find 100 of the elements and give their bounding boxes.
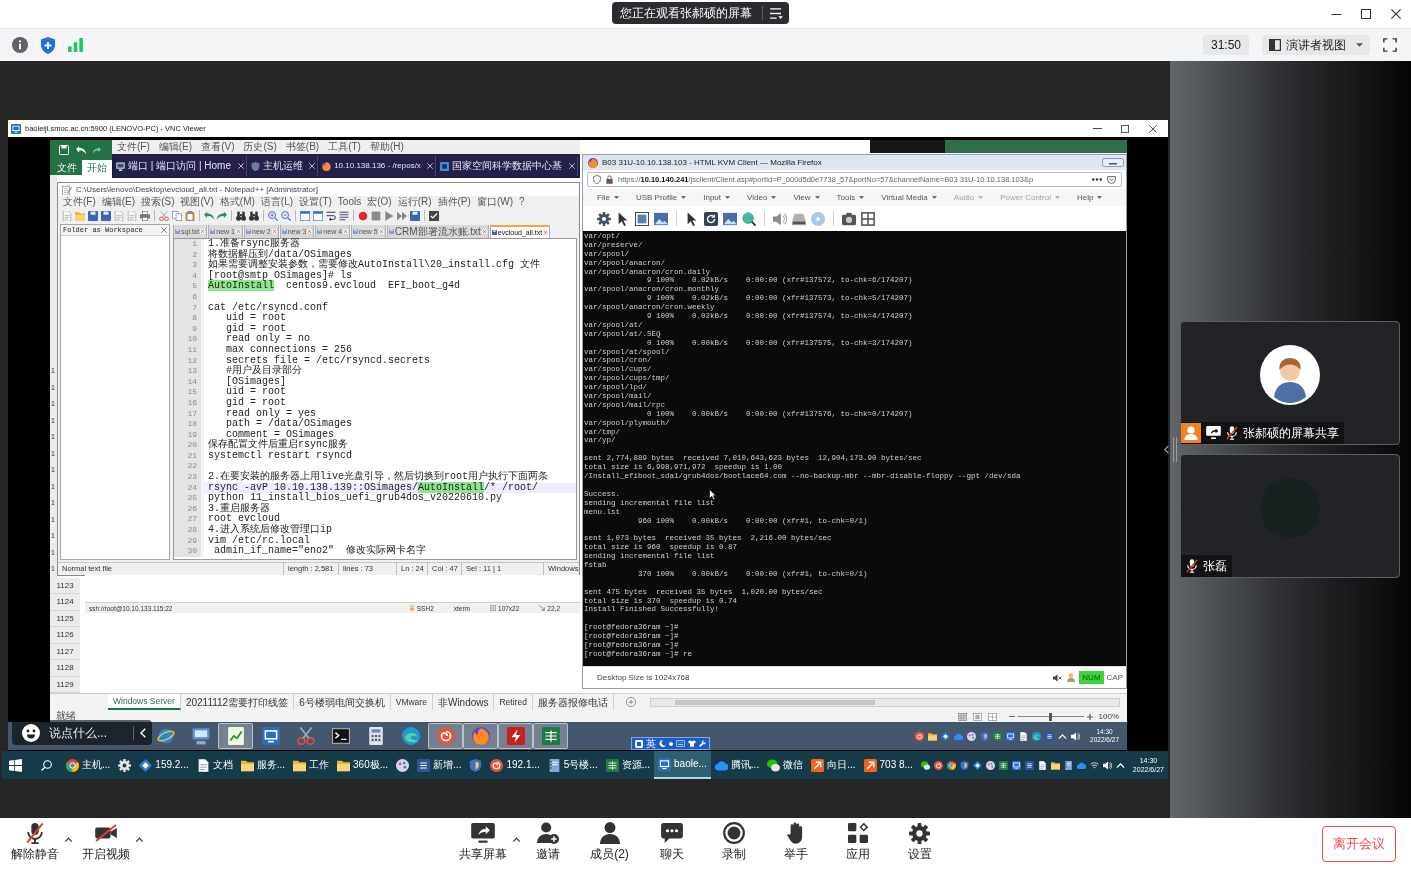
taskbar-button[interactable]: 192.1... — [486, 751, 544, 779]
menu-item[interactable]: 查看(V) — [201, 140, 235, 154]
taskbar-button[interactable]: 微信 — [763, 751, 808, 779]
taskbar-button[interactable]: 5号楼... — [543, 751, 602, 779]
lines-icon[interactable] — [339, 210, 349, 221]
members-button[interactable]: 成员(2) — [584, 822, 635, 861]
invite-button[interactable]: 邀请 — [522, 822, 573, 861]
menu-item[interactable]: 搜索(S) — [141, 196, 175, 208]
info-icon[interactable] — [12, 37, 28, 53]
taskbar-button[interactable]: 向日... — [807, 751, 860, 779]
file-tab[interactable]: CRM部署流水账.txt — [386, 225, 489, 238]
minus-icon[interactable] — [1008, 715, 1015, 718]
menu-item[interactable]: 运行(R) — [397, 196, 432, 208]
start-video-button[interactable]: 开启视频 — [78, 822, 134, 861]
menu-item[interactable]: 窗口(W) — [476, 196, 513, 208]
taskbar-button[interactable]: 文档 — [192, 751, 237, 779]
minimize-icon[interactable] — [1102, 158, 1124, 167]
settings-button[interactable]: 设置 — [894, 822, 945, 861]
taskbar-button[interactable]: 资源... — [601, 751, 655, 779]
menu-item[interactable]: 历史(S) — [243, 140, 277, 154]
close-icon[interactable] — [1149, 124, 1157, 133]
menu-item[interactable]: 编辑(E) — [158, 140, 193, 154]
unmute-button[interactable]: 解除静音 — [7, 822, 63, 861]
view-menu-button[interactable]: 演讲者视图 — [1262, 35, 1370, 55]
undo-icon[interactable] — [76, 145, 86, 155]
menu-item[interactable]: Tools — [337, 196, 362, 208]
taskbar-button[interactable]: 360极... — [333, 751, 393, 779]
search-icon[interactable] — [41, 759, 52, 771]
floppy-icon[interactable] — [59, 145, 69, 155]
muted-speaker-icon[interactable] — [1053, 673, 1063, 682]
slider-thumb[interactable] — [1049, 712, 1053, 721]
sheet-tab[interactable]: Windows Server — [108, 694, 181, 710]
caret-up-icon[interactable] — [64, 837, 73, 842]
menu-item[interactable]: 工具(T) — [328, 140, 361, 154]
menu-item[interactable]: File — [597, 189, 619, 206]
pocket-icon[interactable] — [1107, 175, 1116, 184]
shield-icon[interactable] — [593, 175, 601, 184]
browser-tab[interactable]: 国家空间科学数据中心基 — [438, 156, 579, 176]
menu-item[interactable]: Virtual Media — [881, 189, 937, 206]
redo-icon[interactable] — [93, 146, 101, 154]
undo-icon[interactable] — [204, 210, 214, 221]
menu-item[interactable]: 编辑(E) — [101, 196, 136, 208]
menu-item[interactable]: Input — [703, 189, 731, 206]
menu-item[interactable]: 格式(M) — [219, 196, 255, 208]
menu-item[interactable]: 文件(F) — [117, 140, 150, 154]
picture-icon[interactable] — [654, 211, 668, 226]
record-icon[interactable] — [358, 210, 368, 221]
taskbar-button[interactable]: 703 8... — [859, 751, 917, 779]
printer-icon[interactable] — [140, 210, 150, 221]
menu-item[interactable]: 书签(B) — [285, 140, 320, 154]
scissors-icon[interactable] — [159, 210, 169, 221]
more-icon[interactable] — [1092, 178, 1102, 181]
leave-meeting-button[interactable]: 离开会议 — [1322, 825, 1396, 862]
caret-up-icon[interactable] — [512, 837, 521, 842]
chat-button[interactable]: 聊天 — [646, 822, 697, 861]
menu-item[interactable]: Video — [747, 189, 777, 206]
browser-tab[interactable]: 主机运维 — [248, 156, 319, 176]
share-screen-button[interactable]: 共享屏幕 — [455, 822, 511, 861]
clipboard-icon[interactable] — [185, 210, 195, 221]
lock-icon[interactable] — [606, 175, 613, 184]
menu-item[interactable]: 语言(L) — [260, 196, 294, 208]
taskbar-button[interactable]: 主机... — [62, 751, 115, 779]
taskbar-button[interactable] — [498, 723, 533, 749]
taskbar-button[interactable]: baole... — [654, 751, 711, 779]
fast-forward-icon[interactable] — [397, 210, 407, 221]
fullscreen-icon[interactable] — [1383, 38, 1397, 52]
camera-icon[interactable] — [842, 211, 856, 226]
plus-circle-icon[interactable] — [625, 697, 636, 707]
keyboard-icon[interactable] — [861, 211, 875, 226]
taskbar-button[interactable] — [533, 723, 568, 749]
drive-icon[interactable] — [792, 211, 806, 226]
taskbar-button[interactable]: 腾讯... — [710, 751, 764, 779]
speaker-icon[interactable] — [773, 211, 787, 226]
menu-item[interactable]: View — [793, 189, 820, 206]
taskbar-button[interactable]: 新增... — [413, 751, 466, 779]
menu-item[interactable]: Help — [1076, 189, 1103, 206]
zoom-in-icon[interactable] — [268, 210, 278, 221]
minimize-icon[interactable] — [1331, 13, 1342, 15]
window-icon[interactable] — [300, 210, 310, 221]
menu-item[interactable]: Tools — [836, 189, 865, 206]
chevron-left-icon[interactable] — [1164, 445, 1169, 454]
close-icon[interactable] — [1391, 9, 1401, 19]
copy-icon[interactable] — [172, 210, 182, 221]
menu-item[interactable]: 帮助(H) — [369, 140, 404, 154]
floppy-icon[interactable] — [101, 210, 111, 221]
browser-tab[interactable]: 端口 | 端口访问 | Home — [114, 156, 247, 176]
shield-icon[interactable] — [41, 36, 55, 54]
window-icon[interactable] — [313, 210, 323, 221]
menu-item[interactable]: ? — [519, 196, 525, 208]
windows-logo-icon[interactable] — [9, 758, 22, 772]
settings-icon[interactable] — [597, 211, 611, 226]
stop-icon[interactable] — [371, 210, 381, 221]
taskbar-button[interactable]: 159.2... — [135, 751, 193, 779]
input-mode-label[interactable]: 英 — [646, 738, 656, 749]
checkmark-icon[interactable] — [429, 210, 439, 221]
magnifier-icon[interactable] — [742, 211, 756, 226]
zoom-slider[interactable] — [1017, 712, 1084, 721]
redo-icon[interactable] — [217, 210, 227, 221]
floppy-icon[interactable] — [410, 210, 420, 221]
menu-icon[interactable] — [770, 7, 783, 19]
